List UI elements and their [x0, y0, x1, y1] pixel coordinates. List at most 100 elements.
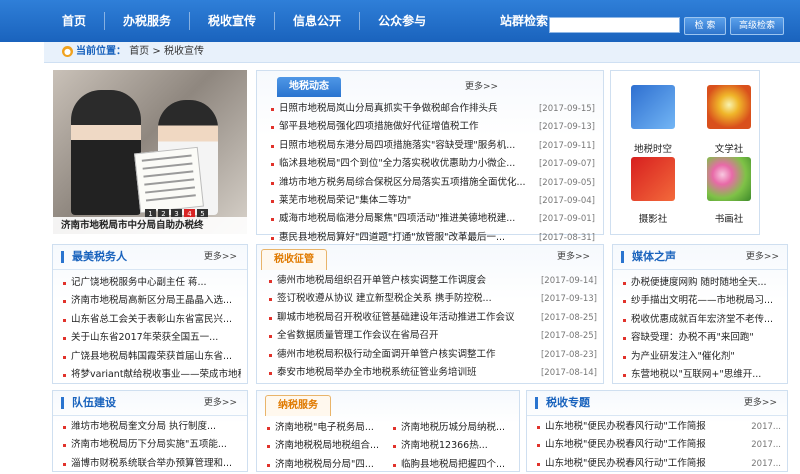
list-item[interactable]: 聊城市地税局召开税收征管基础建设年活动推进工作会议 [2017-08-25]: [269, 309, 597, 327]
search-button[interactable]: 检 索: [684, 17, 726, 35]
list-item[interactable]: 淄博市财税系统联合举办预算管理和...: [63, 455, 241, 473]
photo-slideshow[interactable]: 1 2 3 4 5 济南市地税局市中分局自助办税终: [53, 70, 247, 234]
list-item[interactable]: 威海市地税局临港分局聚焦"四项活动"推进美德地税建... [2017-09-01]: [271, 210, 595, 228]
breadcrumb-home-link[interactable]: 首页: [129, 46, 149, 57]
slide-caption[interactable]: 济南市地税局市中分局自助办税终: [53, 217, 247, 234]
nav-public-participation[interactable]: 公众参与: [360, 0, 444, 42]
list-item-title[interactable]: 日照市地税局东港分局四项措施落实"容缺受理"服务机...: [279, 137, 531, 155]
nav-tax-publicity[interactable]: 税收宣传: [190, 0, 274, 42]
list-item[interactable]: 广饶县地税局韩国霞荣获首届山东省...: [63, 348, 241, 366]
list-item-title[interactable]: 为产业研发注入"催化剂": [631, 348, 783, 366]
tab-local-news[interactable]: 地税动态: [277, 77, 341, 97]
list-item[interactable]: 莱芜市地税局荣记"集体二等功" [2017-09-04]: [271, 192, 595, 210]
list-item[interactable]: 山东省总工会关于表彰山东省富民兴...: [63, 311, 241, 329]
tile-tax-spacetime-image[interactable]: [631, 85, 675, 129]
list-item-title[interactable]: 济南市地税局高新区分局王晶晶入选...: [71, 292, 241, 310]
tile-label[interactable]: 书画社: [699, 211, 759, 225]
list-item-title[interactable]: 临朐县地税局把握四个...: [401, 456, 515, 474]
nav-home[interactable]: 首页: [44, 0, 104, 42]
list-item[interactable]: 将梦variant献给税收事业——荣成市地税...: [63, 366, 241, 384]
list-item[interactable]: 德州市地税局组织召开单管户核实调整工作调度会 [2017-09-14]: [269, 272, 597, 290]
list-item-title[interactable]: 济南地税"电子税务局...: [275, 419, 387, 437]
list-item-title[interactable]: 广饶县地税局韩国霞荣获首届山东省...: [71, 348, 241, 366]
list-item-title[interactable]: 签订税收遵从协议 建立新型税企关系 携手防控税...: [277, 290, 533, 308]
list-item-title[interactable]: 容缺受理：办税不再"来回跑": [631, 329, 783, 347]
list-item-title[interactable]: 济南市地税局历下分局实施"五项能...: [71, 436, 241, 454]
nav-tax-services[interactable]: 办税服务: [105, 0, 189, 42]
list-item-title[interactable]: 聊城市地税局召开税收征管基础建设年活动推进工作会议: [277, 309, 533, 327]
list-item[interactable]: 临沭县地税局"四个到位"全力落实税收优惠助力小微企... [2017-09-07]: [271, 155, 595, 173]
tile-label[interactable]: 地税时空: [623, 141, 683, 155]
nav-info-disclosure[interactable]: 信息公开: [275, 0, 359, 42]
tax-collection-more-link[interactable]: 更多>>: [557, 245, 590, 269]
list-item-title[interactable]: 济南地税税局地税组合...: [275, 437, 387, 455]
list-item[interactable]: 关于山东省2017年荣获全国五一...: [63, 329, 241, 347]
list-item-title[interactable]: 办税便捷度网购 随时随地全天...: [631, 274, 783, 292]
list-item[interactable]: 山东地税"便民办税春风行动"工作简报 2017...: [537, 455, 781, 473]
list-item-title[interactable]: 将梦variant献给税收事业——荣成市地税...: [71, 366, 241, 384]
list-item-title[interactable]: 潍坊市地方税务局综合保税区分局落实五项措施全面优化...: [279, 174, 531, 192]
list-item[interactable]: 潍坊市地方税务局综合保税区分局落实五项措施全面优化... [2017-09-05]: [271, 174, 595, 192]
list-item-title[interactable]: 山东省总工会关于表彰山东省富民兴...: [71, 311, 241, 329]
list-item[interactable]: 潍坊市地税局奎文分局 执行制度...: [63, 418, 241, 436]
list-item[interactable]: 泰安市地税局举办全市地税系统征管业务培训班 [2017-08-14]: [269, 364, 597, 382]
tile-label[interactable]: 摄影社: [623, 211, 683, 225]
list-item[interactable]: 东营地税以"互联网+"思维开...: [623, 366, 783, 384]
list-item[interactable]: 全省数据质量管理工作会议在省局召开 [2017-08-25]: [269, 327, 597, 345]
list-item-title[interactable]: 邹平县地税局强化四项措施做好代征增值税工作: [279, 118, 531, 136]
list-item-title[interactable]: 关于山东省2017年荣获全国五一...: [71, 329, 241, 347]
tab-taxpayer-service[interactable]: 纳税服务: [265, 395, 331, 416]
list-item[interactable]: 济南地税历城分局纳税...: [393, 419, 515, 437]
list-item[interactable]: 日照市地税局东港分局四项措施落实"容缺受理"服务机... [2017-09-11]: [271, 137, 595, 155]
list-item-title[interactable]: 全省数据质量管理工作会议在省局召开: [277, 327, 533, 345]
tile-calligraphy-image[interactable]: [707, 157, 751, 201]
media-more-link[interactable]: 更多>>: [746, 245, 779, 269]
list-item-title[interactable]: 山东地税"便民办税春风行动"工作简报: [545, 436, 731, 454]
list-item-title[interactable]: 威海市地税局临港分局聚焦"四项活动"推进美德地税建...: [279, 210, 531, 228]
list-item[interactable]: 济南市地税局高新区分局王晶晶入选...: [63, 292, 241, 310]
list-item[interactable]: 济南地税税局分局"四...: [267, 456, 387, 474]
list-item[interactable]: 济南地税税局地税组合...: [267, 437, 387, 455]
site-search-input[interactable]: [549, 17, 680, 33]
list-item[interactable]: 办税便捷度网购 随时随地全天...: [623, 274, 783, 292]
list-item[interactable]: 记广饶地税服务中心副主任 蒋...: [63, 274, 241, 292]
tile-photography-image[interactable]: [631, 157, 675, 201]
tab-tax-collection[interactable]: 税收征管: [261, 249, 327, 270]
list-item[interactable]: 山东地税"便民办税春风行动"工作简报 2017...: [537, 436, 781, 454]
list-item-title[interactable]: 纱手描出文明花——市地税局习...: [631, 292, 783, 310]
tile-literature-image[interactable]: [707, 85, 751, 129]
list-item[interactable]: 日照市地税局岚山分局真抓实干争做税邮合作排头兵 [2017-09-15]: [271, 100, 595, 118]
team-more-link[interactable]: 更多>>: [204, 391, 237, 415]
list-item-title[interactable]: 东营地税以"互联网+"思维开...: [631, 366, 783, 384]
list-item-title[interactable]: 税收优惠成就百年宏济堂不老传...: [631, 311, 783, 329]
list-item-title[interactable]: 日照市地税局岚山分局真抓实干争做税邮合作排头兵: [279, 100, 531, 118]
list-item-title[interactable]: 临沭县地税局"四个到位"全力落实税收优惠助力小微企...: [279, 155, 531, 173]
special-more-link[interactable]: 更多>>: [744, 391, 777, 415]
list-item[interactable]: 纱手描出文明花——市地税局习...: [623, 292, 783, 310]
list-item-title[interactable]: 潍坊市地税局奎文分局 执行制度...: [71, 418, 241, 436]
list-item[interactable]: 容缺受理：办税不再"来回跑": [623, 329, 783, 347]
best-taxpayer-more-link[interactable]: 更多>>: [204, 245, 237, 269]
list-item-title[interactable]: 济南地税税局分局"四...: [275, 456, 387, 474]
list-item[interactable]: 签订税收遵从协议 建立新型税企关系 携手防控税... [2017-09-13]: [269, 290, 597, 308]
list-item[interactable]: 邹平县地税局强化四项措施做好代征增值税工作 [2017-09-13]: [271, 118, 595, 136]
tile-label[interactable]: 文学社: [699, 141, 759, 155]
list-item[interactable]: 山东地税"便民办税春风行动"工作简报 2017...: [537, 418, 781, 436]
list-item-title[interactable]: 德州市地税局积极行动全面调开单管户核实调整工作: [277, 346, 533, 364]
list-item-title[interactable]: 德州市地税局组织召开单管户核实调整工作调度会: [277, 272, 533, 290]
list-item-title[interactable]: 山东地税"便民办税春风行动"工作简报: [545, 455, 731, 473]
list-item-title[interactable]: 济南地税历城分局纳税...: [401, 419, 515, 437]
list-item-title[interactable]: 莱芜市地税局荣记"集体二等功": [279, 192, 531, 210]
local-news-more-link[interactable]: 更多>>: [465, 75, 498, 99]
advanced-search-button[interactable]: 高级检索: [730, 17, 784, 35]
list-item-title[interactable]: 泰安市地税局举办全市地税系统征管业务培训班: [277, 364, 533, 382]
list-item[interactable]: 德州市地税局积极行动全面调开单管户核实调整工作 [2017-08-23]: [269, 346, 597, 364]
list-item[interactable]: 临朐县地税局把握四个...: [393, 456, 515, 474]
list-item-title[interactable]: 济南地税12366热...: [401, 437, 515, 455]
list-item[interactable]: 济南地税"电子税务局...: [267, 419, 387, 437]
list-item-title[interactable]: 山东地税"便民办税春风行动"工作简报: [545, 418, 731, 436]
list-item-title[interactable]: 记广饶地税服务中心副主任 蒋...: [71, 274, 241, 292]
list-item-title[interactable]: 淄博市财税系统联合举办预算管理和...: [71, 455, 241, 473]
list-item[interactable]: 税收优惠成就百年宏济堂不老传...: [623, 311, 783, 329]
list-item[interactable]: 济南市地税局历下分局实施"五项能...: [63, 436, 241, 454]
